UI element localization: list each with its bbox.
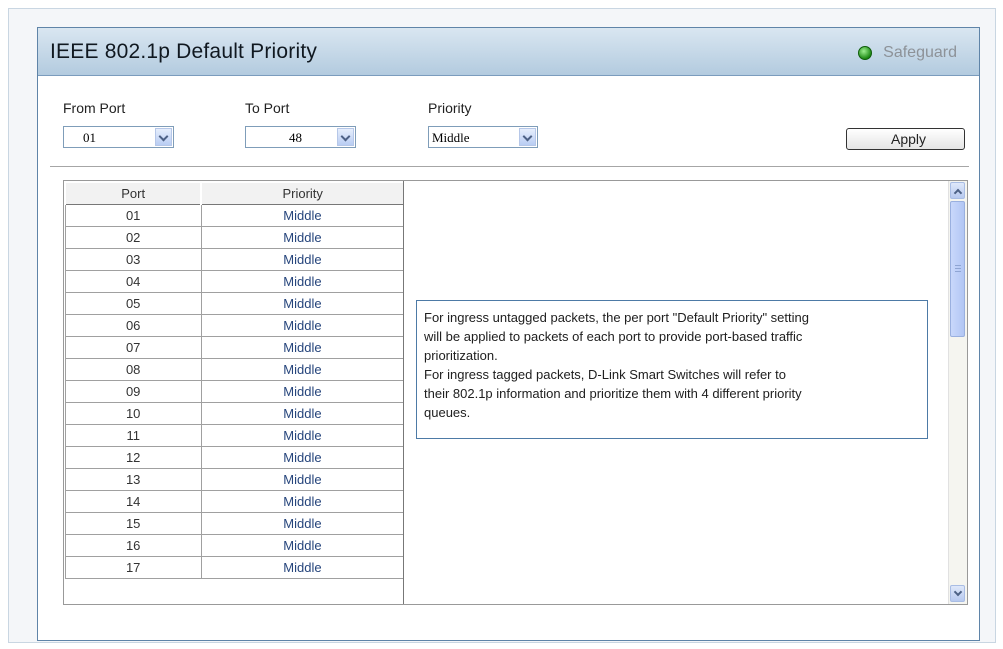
scroll-down-button[interactable]	[950, 585, 965, 602]
grip-line	[955, 265, 961, 266]
page-background: IEEE 802.1p Default Priority Safeguard F…	[8, 8, 996, 643]
from-port-select[interactable]: 01	[63, 126, 174, 148]
table-edge	[403, 181, 404, 604]
priority-column-header: Priority	[200, 181, 405, 205]
table-row: 07 Middle	[64, 335, 405, 359]
vertical-scrollbar[interactable]	[948, 181, 967, 604]
from-port-value: 01	[83, 130, 96, 145]
table-row: 04 Middle	[64, 269, 405, 293]
table-row: 15 Middle	[64, 511, 405, 535]
chevron-down-icon	[522, 131, 533, 142]
safeguard-indicator: Safeguard	[858, 44, 957, 62]
grip-line	[955, 271, 961, 272]
to-port-dropdown-button[interactable]	[337, 128, 354, 146]
help-line: their 802.1p information and prioritize …	[424, 386, 802, 401]
priority-cell: Middle	[200, 291, 405, 315]
from-port-label: From Port	[63, 100, 126, 116]
help-text-box: For ingress untagged packets, the per po…	[416, 300, 928, 439]
content-panel: IEEE 802.1p Default Priority Safeguard F…	[37, 27, 980, 641]
table-row: 17 Middle	[64, 555, 405, 579]
priority-cell: Middle	[200, 313, 405, 337]
help-line: queues.	[424, 405, 471, 420]
from-port-dropdown-button[interactable]	[155, 128, 172, 146]
to-port-label: To Port	[245, 100, 290, 116]
priority-cell: Middle	[200, 489, 405, 513]
table-row: 16 Middle	[64, 533, 405, 557]
port-cell: 07	[64, 335, 202, 359]
port-cell: 16	[64, 533, 202, 557]
help-line: prioritization.	[424, 348, 498, 363]
chevron-down-icon	[953, 587, 963, 597]
table-row: 11 Middle	[64, 423, 405, 447]
priority-cell: Middle	[200, 379, 405, 403]
chevron-down-icon	[340, 131, 351, 142]
port-priority-table-frame: Port Priority 01 Middle 02 Middle 03 Middle…	[63, 180, 968, 605]
chevron-down-icon	[158, 131, 169, 142]
port-cell: 01	[64, 203, 202, 227]
table-row: 05 Middle	[64, 291, 405, 315]
table-row: 08 Middle	[64, 357, 405, 381]
port-cell: 08	[64, 357, 202, 381]
scroll-up-button[interactable]	[950, 182, 965, 199]
port-cell: 12	[64, 445, 202, 469]
chevron-up-icon	[953, 188, 963, 198]
priority-label: Priority	[428, 100, 472, 116]
scroll-thumb[interactable]	[950, 201, 965, 337]
title-bar: IEEE 802.1p Default Priority Safeguard	[38, 28, 979, 76]
port-cell: 11	[64, 423, 202, 447]
table-row: 03 Middle	[64, 247, 405, 271]
apply-button[interactable]: Apply	[846, 128, 965, 150]
port-cell: 03	[64, 247, 202, 271]
priority-cell: Middle	[200, 269, 405, 293]
port-column-header: Port	[64, 181, 202, 205]
table-header-row: Port Priority	[64, 181, 405, 205]
port-cell: 05	[64, 291, 202, 315]
help-line: For ingress untagged packets, the per po…	[424, 310, 809, 325]
port-cell: 06	[64, 313, 202, 337]
port-cell: 13	[64, 467, 202, 491]
port-cell: 04	[64, 269, 202, 293]
port-cell: 17	[64, 555, 202, 579]
priority-cell: Middle	[200, 467, 405, 491]
port-priority-table: Port Priority 01 Middle 02 Middle 03 Middle…	[64, 181, 405, 579]
priority-cell: Middle	[200, 555, 405, 579]
table-row: 13 Middle	[64, 467, 405, 491]
table-row: 06 Middle	[64, 313, 405, 337]
priority-cell: Middle	[200, 401, 405, 425]
to-port-select[interactable]: 48	[245, 126, 356, 148]
priority-cell: Middle	[200, 203, 405, 227]
priority-dropdown-button[interactable]	[519, 128, 536, 146]
priority-cell: Middle	[200, 357, 405, 381]
divider	[50, 166, 969, 167]
priority-cell: Middle	[200, 247, 405, 271]
table-row: 10 Middle	[64, 401, 405, 425]
port-cell: 14	[64, 489, 202, 513]
table-row: 12 Middle	[64, 445, 405, 469]
priority-value: Middle	[432, 130, 470, 145]
priority-cell: Middle	[200, 511, 405, 535]
help-line: For ingress tagged packets, D-Link Smart…	[424, 367, 786, 382]
table-row: 02 Middle	[64, 225, 405, 249]
page-title: IEEE 802.1p Default Priority	[50, 40, 318, 63]
grip-line	[955, 268, 961, 269]
help-line: will be applied to packets of each port …	[424, 329, 803, 344]
priority-cell: Middle	[200, 533, 405, 557]
port-cell: 10	[64, 401, 202, 425]
priority-select[interactable]: Middle	[428, 126, 538, 148]
safeguard-status-icon	[858, 46, 873, 60]
port-cell: 09	[64, 379, 202, 403]
port-cell: 02	[64, 225, 202, 249]
priority-cell: Middle	[200, 423, 405, 447]
table-row: 01 Middle	[64, 203, 405, 227]
table-row: 09 Middle	[64, 379, 405, 403]
priority-cell: Middle	[200, 445, 405, 469]
port-cell: 15	[64, 511, 202, 535]
safeguard-label: Safeguard	[883, 44, 957, 61]
table-row: 14 Middle	[64, 489, 405, 513]
priority-cell: Middle	[200, 225, 405, 249]
to-port-value: 48	[289, 130, 302, 145]
priority-cell: Middle	[200, 335, 405, 359]
